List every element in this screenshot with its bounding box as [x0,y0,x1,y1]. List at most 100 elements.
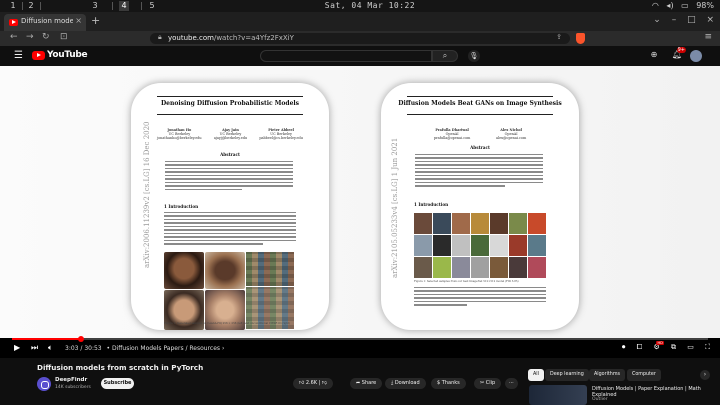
voice-search-icon[interactable]: 🎙︎ [468,50,480,62]
play-icon[interactable]: ▶ [14,343,20,352]
thanks-label: Thanks [441,380,460,386]
abstract-heading: Abstract [220,152,240,157]
url-text[interactable]: youtube.com/watch?v=a4Yfz2FxXiY [168,34,294,42]
progress-scrubber[interactable] [77,336,84,342]
like-count: 2.6K [305,380,318,386]
paper-title: Diffusion Models Beat GANs on Image Synt… [398,100,562,107]
youtube-logo-text[interactable]: YouTube [47,50,88,60]
title-rule-top [407,96,553,97]
arxiv-id: arXiv:2105.05233v4 [cs.LG] 1 Jun 2021 [391,137,399,278]
like-button[interactable]: 👍︎ 2.6K | 👎︎ [293,378,334,389]
video-player[interactable]: Denoising Diffusion Probabilistic Models… [0,66,720,356]
subscribe-button[interactable]: Subscribe [101,378,134,389]
chip-computer[interactable]: Computer [627,369,661,381]
thumbs-down-icon: | 👎︎ [318,380,328,386]
chip-deep-learning[interactable]: Deep learning [545,369,589,381]
browser-tab[interactable]: Diffusion models from scra × [4,14,86,31]
more-actions-button[interactable]: ··· [505,378,518,389]
channel-name[interactable]: DeepFindr [55,377,87,383]
progress-fill [12,338,81,340]
current-time: 3:03 [65,345,79,352]
chip-all[interactable]: All [528,369,544,381]
bookmark-icon[interactable]: ⊡ [60,32,68,42]
url-host: youtube.com [168,34,214,42]
paper-card-ddpm: Denoising Diffusion Probabilistic Models… [131,83,329,330]
user-avatar[interactable] [690,50,702,62]
share-page-icon[interactable]: ⇪ [556,33,562,41]
wifi-icon[interactable]: ◠ [652,1,659,10]
url-path: /watch?v=a4Yfz2FxXiY [213,34,294,42]
new-tab-icon[interactable]: + [91,14,100,27]
recommended-channel: Outlier [592,397,608,402]
volume-icon[interactable]: 🔈︎ [48,343,53,353]
abstract-text [415,154,543,189]
browser-menu-icon[interactable]: ≡ [704,32,712,42]
subtitles-icon[interactable]: ⧠ [637,343,643,351]
forward-icon[interactable]: → [26,32,34,42]
battery-icon: ▭ [681,1,689,10]
author: Pieter Abbeel UC Berkeley pabbeel@cs.berke… [259,128,303,141]
next-icon[interactable]: ⏭︎ [31,343,38,353]
channel-avatar[interactable] [37,377,51,391]
browser-toolbar: ← → ↻ ⊡ 🔒︎ youtube.com/watch?v=a4Yfz2FxX… [0,31,720,46]
imagenet-sample-grid [414,213,546,278]
author: Ajay Jain UC Berkeley ajayj@berkeley.edu [213,128,248,141]
theater-mode-icon[interactable]: ▭ [687,343,694,351]
recommended-thumbnail[interactable] [529,385,587,405]
chip-algorithms[interactable]: Algorithms [589,369,625,381]
thanks-button[interactable]: $ Thanks [431,378,466,389]
hamburger-menu-icon[interactable]: ☰ [14,50,23,61]
chevron-down-icon[interactable]: ⌄ [653,15,661,25]
youtube-favicon-icon [9,19,18,26]
recommended-title[interactable]: Diffusion Models | Paper Explanation | M… [592,386,712,398]
back-icon[interactable]: ← [10,32,18,42]
progress-bar[interactable] [12,336,708,342]
hd-badge: HD [656,341,664,345]
brave-shields-icon[interactable] [576,33,585,44]
clip-button[interactable]: ✂ Clip [474,378,502,389]
workspace-1[interactable]: 1 [8,1,18,11]
close-window-icon[interactable]: × [706,15,714,25]
title-rule-top [157,96,303,97]
chevron-right-icon[interactable]: › [700,370,710,380]
chapter-label: Diffusion Models Papers / Resources [112,345,221,352]
fullscreen-icon[interactable]: ⛶ [705,343,710,351]
workspace-5[interactable]: 5 [147,1,157,11]
arxiv-id: arXiv:2006.11239v2 [cs.LG] 16 Dec 2020 [143,121,151,268]
paper-authors: Jonathan Ho UC Berkeley jonathanho@berkele… [151,128,309,141]
search-input[interactable] [260,50,432,62]
autoplay-toggle[interactable]: ⏺︎ [622,343,626,351]
maximize-icon[interactable]: □ [687,15,696,25]
thumbs-up-icon: 👍︎ [299,380,306,386]
intro-text [164,212,296,247]
player-right-controls: ⏺︎ ⧠ ⚙︎ HD ⧉ ▭ ⛶ [613,341,710,352]
system-tray: ◠ ◂) ▭ 98% [647,0,714,12]
download-button[interactable]: ⤓ Download [385,378,426,389]
youtube-logo-icon[interactable] [32,51,45,60]
address-bar[interactable]: 🔒︎ youtube.com/watch?v=a4Yfz2FxXiY ⇪ [150,33,570,44]
workspace-3[interactable]: 3 [90,1,100,11]
header-actions: ⊕ 🔔︎ 9+ [639,47,686,59]
subscriber-count: 14K subscribers [55,385,91,390]
share-button[interactable]: ➦ Share [350,378,383,389]
volume-icon[interactable]: ◂) [666,1,673,10]
lock-icon[interactable]: 🔒︎ [158,33,162,42]
minimize-icon[interactable]: – [672,15,677,25]
download-label: Download [394,380,420,386]
chapter-title[interactable]: • Diffusion Models Papers / Resources › [107,345,225,352]
browser-tab-strip: Diffusion models from scra × + ⌄ – □ × [0,12,720,31]
section-heading: 1 Introduction [164,204,199,209]
settings-icon[interactable]: ⚙︎ HD [653,341,664,351]
miniplayer-icon[interactable]: ⧉ [671,343,676,351]
workspace-4[interactable]: 4 [119,1,129,11]
video-frame [0,66,720,356]
author: Prafulla Dhariwal OpenAI prafulla@openai.c… [433,128,471,141]
reload-icon[interactable]: ↻ [42,32,50,42]
create-video-icon[interactable]: ⊕ [651,50,658,59]
close-tab-icon[interactable]: × [75,16,82,25]
search-button[interactable]: ⌕ [432,50,458,62]
workspace-2[interactable]: 2 [26,1,36,11]
notifications-icon[interactable]: 🔔︎ 9+ [672,47,686,59]
workspace-divider [22,2,23,10]
time-display: 3:03 / 30:53 • Diffusion Models Papers /… [65,345,225,352]
